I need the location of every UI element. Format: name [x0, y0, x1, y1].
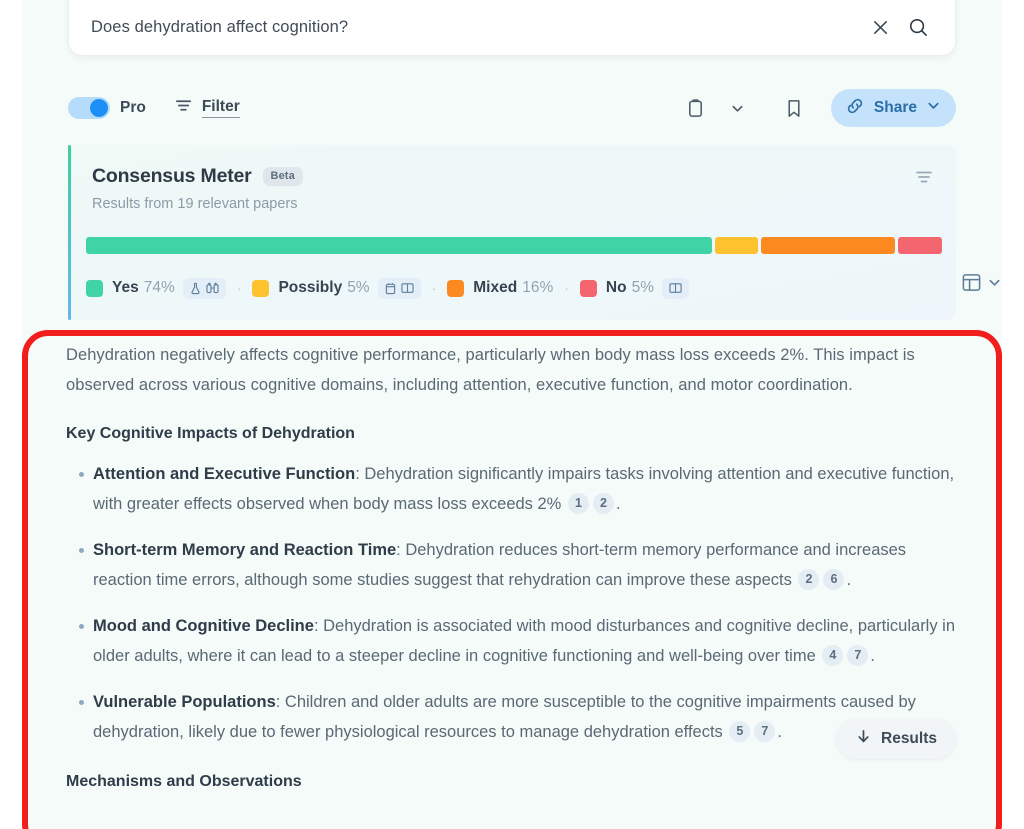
legend-badges-possibly[interactable] — [377, 277, 421, 299]
answer-section-heading: Key Cognitive Impacts of Dehydration — [66, 425, 355, 442]
link-icon — [845, 96, 865, 121]
consensus-title-row: Consensus Meter Beta — [92, 165, 930, 188]
binoculars-icon — [206, 282, 219, 294]
chevron-down-icon — [730, 101, 745, 116]
bullet-term: Short-term Memory and Reaction Time — [93, 541, 397, 559]
consensus-legend: Yes 74% · Possibly 5% · Mixed 16% · No 5… — [86, 276, 942, 300]
left-gutter — [0, 0, 22, 829]
legend-swatch-yes — [86, 279, 103, 297]
period: . — [615, 495, 621, 513]
citation-chip[interactable]: 2 — [798, 569, 820, 590]
meter-segment-no[interactable] — [897, 237, 943, 254]
citation-chip[interactable]: 7 — [754, 721, 776, 742]
consensus-title: Consensus Meter — [92, 165, 252, 187]
arrow-down-icon — [855, 728, 872, 750]
answer-tail-heading: Mechanisms and Observations — [66, 773, 302, 790]
scroll-to-results-button[interactable]: Results — [836, 719, 956, 759]
legend-label-mixed: Mixed — [473, 279, 518, 296]
consensus-table-toggle[interactable] — [961, 272, 1002, 298]
toolbar-right-group: Share — [677, 89, 956, 127]
pro-toggle[interactable] — [68, 97, 110, 119]
meter-segment-mixed[interactable] — [761, 237, 895, 254]
bookmark-button[interactable] — [775, 89, 813, 127]
close-icon — [871, 18, 890, 37]
legend-percent-possibly: 5% — [347, 279, 370, 296]
legend-percent-no: 5% — [631, 279, 654, 296]
list-item: Mood and Cognitive Decline: Dehydration … — [79, 611, 956, 671]
answer-bullet-list: Attention and Executive Function: Dehydr… — [66, 459, 956, 747]
table-icon — [961, 272, 982, 298]
citation-chip[interactable]: 2 — [592, 493, 614, 514]
results-button-label: Results — [881, 730, 937, 747]
legend-separator: · — [431, 280, 437, 296]
search-input[interactable]: Does dehydration affect cognition? — [91, 18, 861, 37]
legend-badges-yes[interactable] — [182, 277, 226, 299]
search-submit-button[interactable] — [899, 9, 937, 47]
citation-chip[interactable]: 6 — [823, 569, 845, 590]
book-icon — [401, 282, 414, 294]
meter-segment-possibly[interactable] — [715, 237, 759, 254]
flask-icon — [190, 282, 201, 295]
legend-percent-yes: 74% — [143, 279, 175, 296]
pro-toggle-knob — [90, 99, 108, 117]
bookmark-icon — [785, 98, 803, 119]
citation-chip[interactable]: 5 — [729, 721, 751, 742]
legend-percent-mixed: 16% — [522, 279, 554, 296]
sort-filter-icon — [914, 171, 934, 191]
chevron-down-icon — [926, 98, 941, 118]
pro-label: Pro — [120, 99, 146, 116]
copy-dropdown-button[interactable] — [719, 89, 757, 127]
book-icon — [669, 282, 682, 294]
legend-label-yes: Yes — [112, 279, 139, 296]
period: . — [870, 647, 875, 665]
share-button[interactable]: Share — [830, 89, 956, 127]
right-gutter — [1002, 0, 1024, 829]
answer-body: Dehydration negatively affects cognitive… — [66, 340, 956, 791]
answer-lead-paragraph: Dehydration negatively affects cognitive… — [66, 346, 915, 394]
search-icon — [908, 17, 929, 38]
legend-item-yes[interactable]: Yes 74% — [86, 277, 226, 299]
clipboard-small-icon — [385, 282, 396, 295]
beta-badge: Beta — [262, 167, 303, 186]
consensus-meter-bar — [86, 237, 943, 254]
list-item: Vulnerable Populations: Children and old… — [79, 687, 956, 747]
legend-item-mixed[interactable]: Mixed 16% — [447, 279, 553, 297]
bullet-term: Attention and Executive Function — [93, 465, 356, 483]
bullet-term: Vulnerable Populations — [93, 693, 276, 711]
search-bar[interactable]: Does dehydration affect cognition? — [68, 0, 956, 56]
legend-separator: · — [564, 280, 569, 296]
legend-badges-no[interactable] — [661, 277, 689, 299]
toolbar: Pro Filter Share — [68, 88, 956, 128]
period: . — [777, 723, 782, 741]
share-label: Share — [873, 99, 917, 116]
legend-swatch-no — [579, 279, 597, 297]
meter-segment-yes[interactable] — [86, 237, 713, 254]
legend-swatch-mixed — [447, 279, 465, 297]
copy-button[interactable] — [677, 89, 715, 127]
legend-label-possibly: Possibly — [278, 279, 343, 296]
bullet-term: Mood and Cognitive Decline — [93, 617, 314, 635]
list-item: Short-term Memory and Reaction Time: Deh… — [79, 535, 956, 595]
chevron-down-icon — [987, 275, 1002, 295]
filter-button[interactable]: Filter — [174, 96, 240, 120]
period: . — [846, 571, 852, 589]
filter-icon — [174, 96, 193, 120]
legend-swatch-possibly — [252, 279, 270, 297]
consensus-filter-button[interactable] — [914, 167, 934, 192]
legend-item-possibly[interactable]: Possibly 5% — [252, 277, 421, 299]
citation-chip[interactable]: 1 — [567, 493, 589, 514]
clear-search-button[interactable] — [861, 9, 899, 47]
clipboard-icon — [686, 98, 705, 119]
legend-label-no: No — [605, 279, 627, 296]
legend-separator: · — [236, 280, 242, 296]
consensus-subtitle: Results from 19 relevant papers — [92, 196, 298, 212]
filter-label: Filter — [201, 98, 240, 118]
citation-chip[interactable]: 4 — [822, 645, 844, 666]
legend-item-no[interactable]: No 5% — [579, 277, 689, 299]
citation-chip[interactable]: 7 — [847, 645, 869, 666]
list-item: Attention and Executive Function: Dehydr… — [79, 459, 956, 519]
